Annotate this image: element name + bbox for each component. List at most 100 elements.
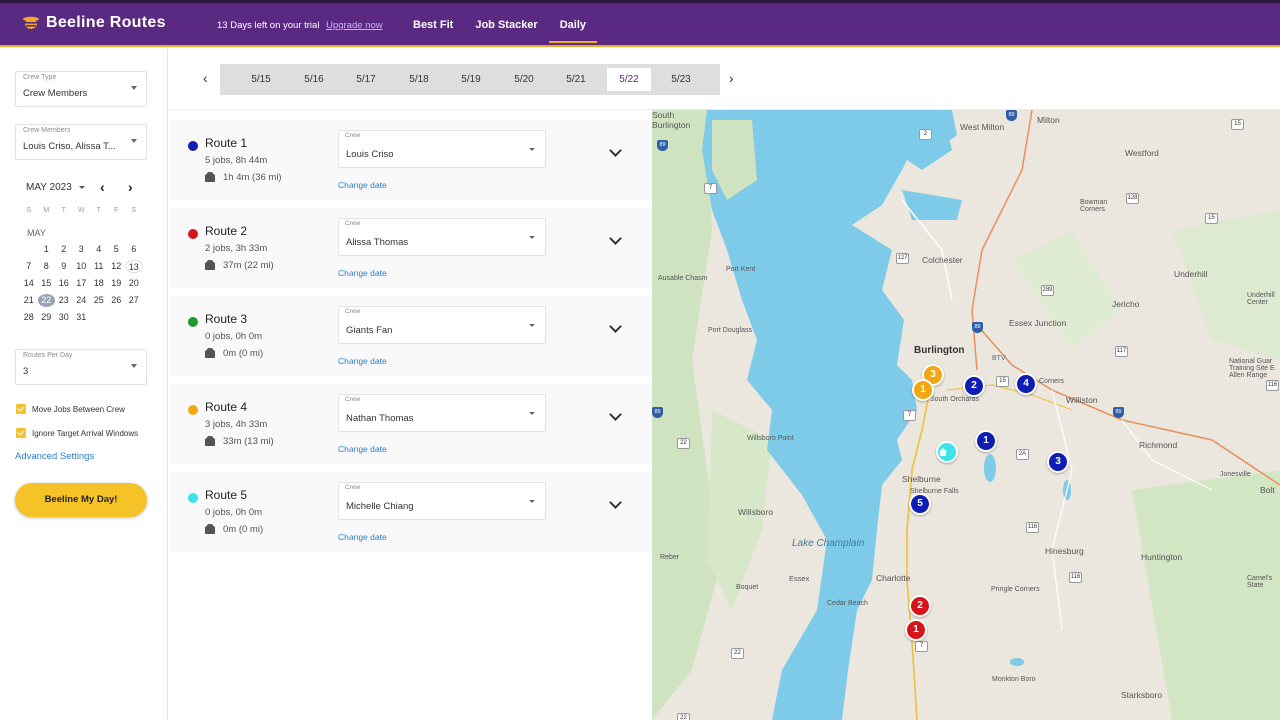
calendar-day[interactable]: 5 [108,243,126,256]
calendar-day[interactable]: 16 [55,277,73,290]
route-marker[interactable]: 1 [912,379,934,401]
calendar-day[interactable]: 8 [38,260,56,273]
calendar-day[interactable]: 9 [55,260,73,273]
checkbox-checked-icon[interactable] [16,404,26,414]
map-place-label: Essex Junction [1009,318,1067,328]
crew-select[interactable]: Crew Michelle Chiang [338,482,546,520]
move-jobs-checkbox[interactable]: Move Jobs Between Crew [16,404,125,414]
crew-members-select[interactable]: Crew Members Louis Criso, Alissa T... [15,124,147,160]
beeline-my-day-button[interactable]: Beeline My Day! [15,483,147,517]
calendar-day[interactable]: 18 [90,277,108,290]
calendar-next-icon[interactable]: › [128,179,133,195]
change-date-link[interactable]: Change date [338,532,387,542]
brand[interactable]: Beeline Routes [22,14,166,32]
next-dates-icon[interactable]: › [729,70,734,86]
map-place-label: Boquet [736,584,759,591]
calendar-day[interactable]: 30 [55,311,73,324]
crew-type-select[interactable]: Crew Type Crew Members [15,71,147,107]
map-place-label: Milton [1037,115,1060,125]
route-marker[interactable]: 2 [909,595,931,617]
route-marker[interactable]: 2 [963,375,985,397]
calendar-day[interactable]: 6 [125,243,143,256]
caret-down-icon [529,412,535,415]
tab-best-fit[interactable]: Best Fit [402,15,464,35]
routes-per-day-select[interactable]: Routes Per Day 3 [15,349,147,385]
change-date-link[interactable]: Change date [338,444,387,454]
date-tab[interactable]: 5/15 [239,68,283,91]
calendar-prev-icon[interactable]: ‹ [100,179,105,195]
map-place-label: Jonesville [1220,471,1251,478]
crew-select[interactable]: Crew Giants Fan [338,306,546,344]
calendar-day[interactable]: 29 [38,311,56,324]
route-marker[interactable]: 3 [1047,451,1069,473]
caret-down-icon [131,364,137,368]
prev-dates-icon[interactable]: ‹ [203,70,208,86]
calendar-day[interactable]: 12 [108,260,126,273]
chevron-down-icon[interactable] [609,144,622,157]
calendar-day[interactable]: 20 [125,277,143,290]
route-map[interactable]: South Burlington Milton West Milton Westf… [652,110,1280,720]
date-tab[interactable]: 5/18 [397,68,441,91]
change-date-link[interactable]: Change date [338,268,387,278]
route-card[interactable]: Route 2 2 jobs, 3h 33m 37m (22 mi) Crew … [169,208,652,288]
calendar-day[interactable]: 23 [55,294,73,307]
change-date-link[interactable]: Change date [338,356,387,366]
calendar-day[interactable]: 7 [20,260,38,273]
change-date-link[interactable]: Change date [338,180,387,190]
advanced-settings-link[interactable]: Advanced Settings [15,451,94,462]
route-shield-icon: 117 [1115,346,1128,357]
interstate-shield-icon: 89 [657,140,668,151]
calendar-day[interactable]: 14 [20,277,38,290]
home-marker[interactable] [936,441,958,463]
calendar-day[interactable]: 31 [73,311,91,324]
route-marker[interactable]: 4 [1015,373,1037,395]
date-tab[interactable]: 5/17 [344,68,388,91]
chevron-down-icon[interactable] [609,496,622,509]
route-card[interactable]: Route 1 5 jobs, 8h 44m 1h 4m (36 mi) Cre… [169,120,652,200]
calendar-day[interactable]: 4 [90,243,108,256]
date-tab[interactable]: 5/16 [292,68,336,91]
crew-select[interactable]: Crew Nathan Thomas [338,394,546,432]
date-tab[interactable]: 5/23 [659,68,703,91]
tab-job-stacker[interactable]: Job Stacker [464,15,548,35]
checkbox-checked-icon[interactable] [16,428,26,438]
calendar-day[interactable]: 26 [108,294,126,307]
upgrade-link[interactable]: Upgrade now [326,20,383,31]
car-icon [205,435,215,446]
map-place-label: Bolt [1260,485,1275,495]
date-tab[interactable]: 5/19 [449,68,493,91]
tab-daily[interactable]: Daily [548,15,598,43]
calendar-day[interactable]: 15 [38,277,56,290]
calendar-day[interactable]: 21 [20,294,38,307]
calendar-day[interactable]: 19 [108,277,126,290]
chevron-down-icon[interactable] [609,320,622,333]
date-tab[interactable]: 5/20 [502,68,546,91]
route-card[interactable]: Route 4 3 jobs, 4h 33m 33m (13 mi) Crew … [169,384,652,464]
calendar-day[interactable]: 28 [20,311,38,324]
ignore-windows-checkbox[interactable]: Ignore Target Arrival Windows [16,428,138,438]
route-card[interactable]: Route 3 0 jobs, 0h 0m 0m (0 mi) Crew Gia… [169,296,652,376]
calendar-day[interactable]: 3 [73,243,91,256]
calendar-day[interactable]: 17 [73,277,91,290]
calendar-day[interactable]: 22 [37,294,55,307]
calendar-month-select[interactable]: MAY 2023 [26,182,85,193]
calendar-day[interactable]: 25 [90,294,108,307]
crew-select[interactable]: Crew Alissa Thomas [338,218,546,256]
calendar-day[interactable]: 24 [73,294,91,307]
date-tab-active[interactable]: 5/22 [607,68,651,91]
crew-select[interactable]: Crew Louis Criso [338,130,546,168]
car-icon [205,523,215,534]
date-tab[interactable]: 5/21 [554,68,598,91]
chevron-down-icon[interactable] [609,408,622,421]
calendar-day[interactable]: 1 [38,243,56,256]
route-marker[interactable]: 1 [975,430,997,452]
chevron-down-icon[interactable] [609,232,622,245]
calendar-day[interactable]: 10 [73,260,91,273]
calendar-day[interactable]: 11 [90,260,108,273]
route-marker[interactable]: 5 [909,493,931,515]
calendar-day[interactable]: 13 [125,260,143,273]
calendar-day[interactable]: 27 [125,294,143,307]
route-marker[interactable]: 1 [905,619,927,641]
calendar-day[interactable]: 2 [55,243,73,256]
route-card[interactable]: Route 5 0 jobs, 0h 0m 0m (0 mi) Crew Mic… [169,472,652,552]
